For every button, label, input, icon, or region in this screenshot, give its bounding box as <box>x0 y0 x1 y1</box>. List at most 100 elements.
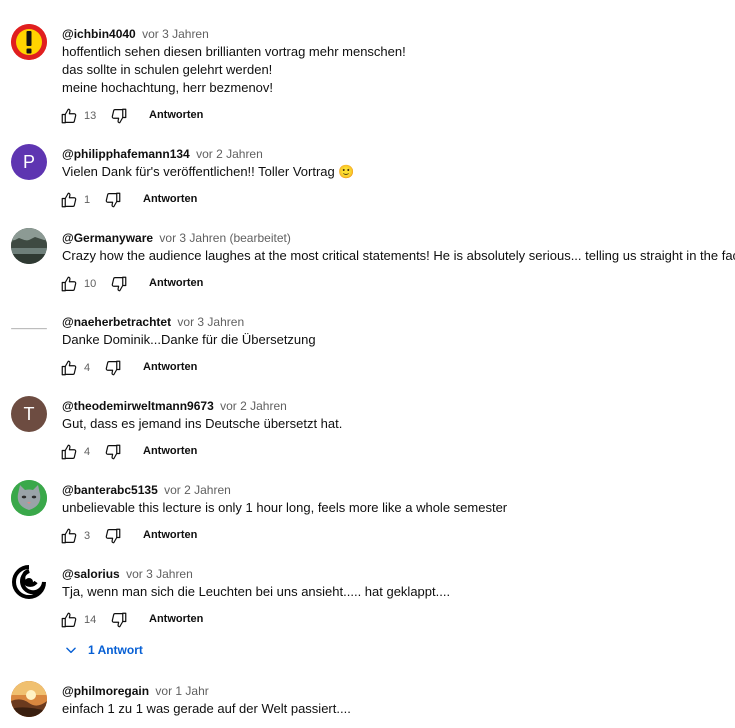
comment-line: Vielen Dank für's veröffentlichen!! Toll… <box>62 164 355 179</box>
reply-button[interactable]: Antworten <box>149 277 203 289</box>
thumbs-down-icon <box>105 192 121 208</box>
like-count: 4 <box>84 446 91 458</box>
comment-line: einfach 1 zu 1 was gerade auf der Welt p… <box>62 701 351 716</box>
landscape-photo-icon <box>11 228 47 264</box>
like-count: 13 <box>84 110 97 122</box>
comment-actions: 4 <box>60 442 122 462</box>
comment-timestamp[interactable]: vor 2 Jahren <box>220 399 287 413</box>
reply-button[interactable]: Antworten <box>143 529 197 541</box>
sunset-photo-icon <box>11 681 47 717</box>
comment-text: Danke Dominik...Danke für die Übersetzun… <box>62 331 316 349</box>
reply-button[interactable]: Antworten <box>143 361 197 373</box>
like-count: 4 <box>84 362 91 374</box>
like-button[interactable] <box>60 191 78 209</box>
avatar[interactable] <box>11 564 47 600</box>
comment-line: hoffentlich sehen diesen brillianten vor… <box>62 44 406 59</box>
avatar[interactable] <box>11 228 47 264</box>
like-button[interactable] <box>60 107 78 125</box>
comment-timestamp[interactable]: vor 2 Jahren <box>164 483 231 497</box>
comment-actions: 13 <box>60 106 128 126</box>
dislike-button[interactable] <box>104 191 122 209</box>
thumbs-up-icon <box>61 444 77 460</box>
like-count: 14 <box>84 614 97 626</box>
comment-timestamp[interactable]: vor 3 Jahren <box>142 27 209 41</box>
dislike-button[interactable] <box>104 527 122 545</box>
thumbs-down-icon <box>105 444 121 460</box>
comment-header: @Germanyware vor 3 Jahren (bearbeitet) <box>62 230 291 246</box>
comment-line: Danke Dominik...Danke für die Übersetzun… <box>62 332 316 347</box>
text-logo-icon <box>11 312 47 348</box>
like-button[interactable] <box>60 443 78 461</box>
comment-line: Tja, wenn man sich die Leuchten bei uns … <box>62 584 451 599</box>
dislike-button[interactable] <box>104 359 122 377</box>
avatar-letter: T <box>23 403 35 424</box>
thumbs-down-icon <box>111 276 127 292</box>
chevron-down-icon <box>66 647 76 654</box>
dislike-button[interactable] <box>110 611 128 629</box>
comment-author[interactable]: @philmoregain <box>62 684 149 698</box>
comment-text: Gut, dass es jemand ins Deutsche überset… <box>62 415 342 433</box>
avatar[interactable]: T <box>11 396 47 432</box>
comment-text: Tja, wenn man sich die Leuchten bei uns … <box>62 583 450 601</box>
comment-text: einfach 1 zu 1 was gerade auf der Welt p… <box>62 700 351 718</box>
comment-author[interactable]: @banterabc5135 <box>62 483 158 497</box>
comment-header: @ichbin4040 vor 3 Jahren <box>62 26 209 42</box>
thumbs-up-icon <box>61 192 77 208</box>
comment-timestamp[interactable]: vor 2 Jahren <box>196 147 263 161</box>
like-button[interactable] <box>60 611 78 629</box>
avatar-letter: P <box>22 151 35 172</box>
comment-line: meine hochachtung, herr bezmenov! <box>62 80 274 95</box>
avatar[interactable]: P <box>11 144 47 180</box>
comment-actions: 3 <box>60 526 122 546</box>
comment-text: Crazy how the audience laughes at the mo… <box>62 247 735 265</box>
thumbs-down-icon <box>111 108 127 124</box>
avatar[interactable] <box>11 681 47 717</box>
reply-button[interactable]: Antworten <box>149 109 203 121</box>
comment-line: das sollte in schulen gelehrt werden! <box>62 62 273 77</box>
replies-count-label: 1 Antwort <box>88 643 143 657</box>
thumbs-up-icon <box>61 528 77 544</box>
comment-header: @philipphafemann134 vor 2 Jahren <box>62 146 263 162</box>
dislike-button[interactable] <box>104 443 122 461</box>
reply-button[interactable]: Antworten <box>149 613 203 625</box>
thumbs-down-icon <box>105 528 121 544</box>
avatar[interactable] <box>11 312 47 348</box>
comment-author[interactable]: @theodemirweltmann9673 <box>62 399 214 413</box>
comment-actions: 1 <box>60 190 122 210</box>
like-count: 1 <box>84 194 91 206</box>
comment-text: unbelievable this lecture is only 1 hour… <box>62 499 507 517</box>
comment-timestamp[interactable]: vor 1 Jahr <box>155 684 208 698</box>
comment-author[interactable]: @philipphafemann134 <box>62 147 190 161</box>
like-button[interactable] <box>60 527 78 545</box>
comment-author[interactable]: @salorius <box>62 567 120 581</box>
warning-icon <box>11 24 47 60</box>
reply-button[interactable]: Antworten <box>143 445 197 457</box>
avatar[interactable] <box>11 480 47 516</box>
comment-header: @salorius vor 3 Jahren <box>62 566 193 582</box>
comment-timestamp[interactable]: vor 3 Jahren <box>177 315 244 329</box>
comment-line: Crazy how the audience laughes at the mo… <box>62 248 735 263</box>
like-count: 3 <box>84 530 91 542</box>
comment-text: hoffentlich sehen diesen brillianten vor… <box>62 43 406 97</box>
like-button[interactable] <box>60 275 78 293</box>
like-count: 10 <box>84 278 97 290</box>
dislike-button[interactable] <box>110 275 128 293</box>
comment-author[interactable]: @naeherbetrachtet <box>62 315 171 329</box>
swirl-logo-icon <box>11 564 47 600</box>
comment-header: @banterabc5135 vor 2 Jahren <box>62 482 231 498</box>
avatar[interactable] <box>11 24 47 60</box>
show-replies-button[interactable]: 1 Antwort <box>64 643 143 657</box>
reply-button[interactable]: Antworten <box>143 193 197 205</box>
like-button[interactable] <box>60 359 78 377</box>
cat-photo-icon <box>11 480 47 516</box>
comment-actions: 10 <box>60 274 128 294</box>
comment-actions: 14 <box>60 610 128 630</box>
comment-author[interactable]: @ichbin4040 <box>62 27 136 41</box>
thumbs-down-icon <box>105 360 121 376</box>
comment-author[interactable]: @Germanyware <box>62 231 153 245</box>
comment-header: @theodemirweltmann9673 vor 2 Jahren <box>62 398 287 414</box>
thumbs-up-icon <box>61 360 77 376</box>
comment-timestamp[interactable]: vor 3 Jahren <box>126 567 193 581</box>
comment-timestamp[interactable]: vor 3 Jahren (bearbeitet) <box>159 231 290 245</box>
dislike-button[interactable] <box>110 107 128 125</box>
